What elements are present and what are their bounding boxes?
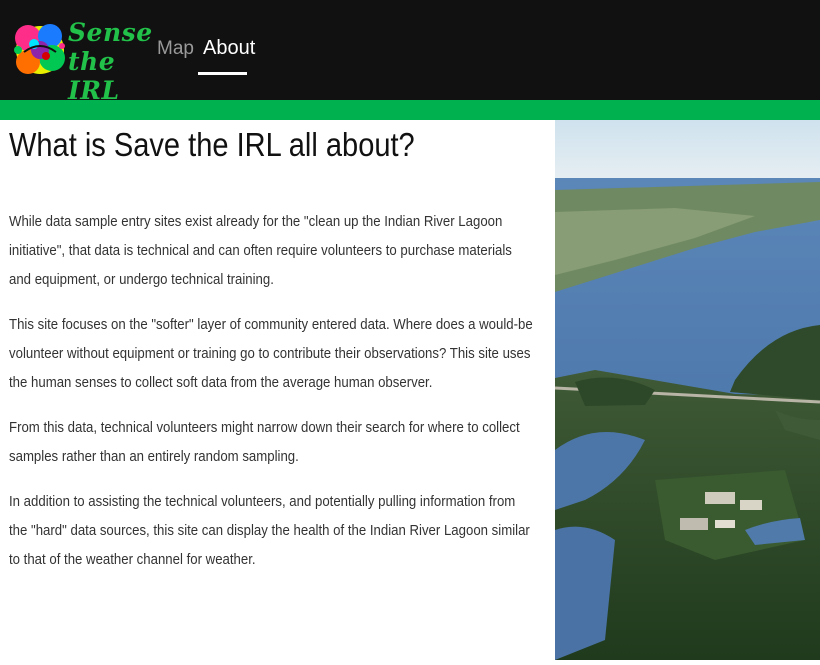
site-logo[interactable]: Sense the IRL [10,12,152,105]
navbar: Sense the IRL Map About [0,0,820,120]
page-title: What is Save the IRL all about? [9,126,415,163]
about-paragraph-4: In addition to assisting the technical v… [9,493,530,568]
active-nav-indicator [198,72,247,75]
logo-line-1: Sense [68,18,153,47]
nav-link-map[interactable]: Map [157,38,194,60]
about-paragraph-2: This site focuses on the "softer" layer … [9,316,533,391]
logo-wordmark: Sense the IRL [68,18,153,105]
about-paragraph-1: While data sample entry sites exist alre… [9,213,512,288]
lagoon-landscape-image [554,120,820,660]
logo-line-2: the IRL [68,47,120,105]
colorful-splash-logo-icon [14,24,65,74]
nav-link-about[interactable]: About [203,37,255,60]
about-paragraph-3: From this data, technical volunteers mig… [9,419,520,465]
aerial-lagoon-photo [554,120,820,660]
